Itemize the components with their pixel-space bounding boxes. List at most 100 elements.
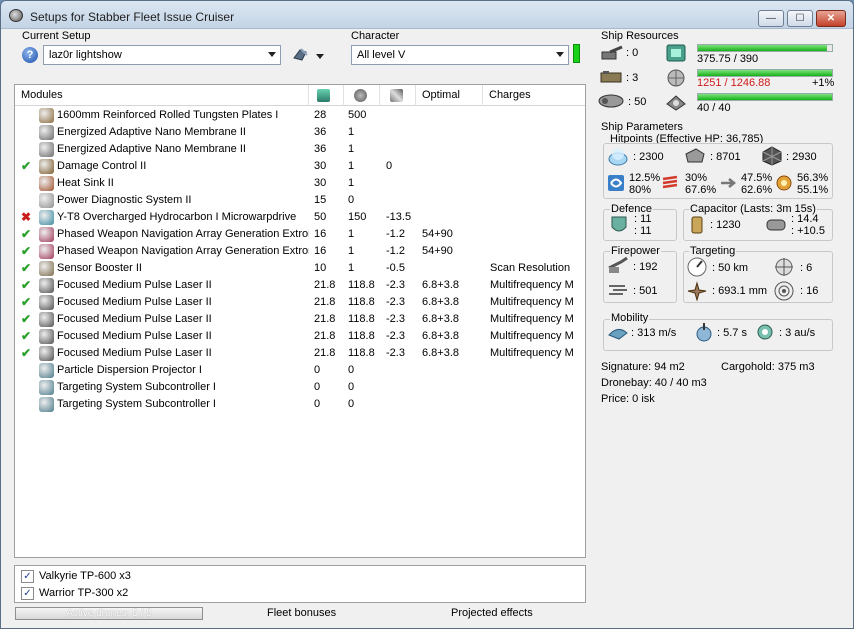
- pulse-laser-icon: [39, 312, 54, 327]
- module-offline-icon[interactable]: ✖: [21, 210, 35, 224]
- max-velocity: : 313 m/s: [631, 327, 677, 339]
- capacitor-icon: [691, 216, 703, 234]
- modules-list[interactable]: Modules Optimal Charges 1600mm Reinforce…: [14, 84, 586, 558]
- module-state[interactable]: [21, 142, 35, 156]
- column-cpu[interactable]: [309, 85, 344, 106]
- module-optimal: 54+90: [422, 245, 453, 257]
- module-row[interactable]: ✔ Focused Medium Pulse Laser II 21.8 118.8-…: [15, 294, 585, 311]
- cpu-icon: [666, 44, 686, 62]
- module-row[interactable]: ✔ Damage Control II 30 1 0: [15, 158, 585, 175]
- explosive-resist-bottom: 55.1%: [797, 184, 829, 196]
- module-state[interactable]: [21, 193, 35, 207]
- module-row[interactable]: ✖ Y-T8 Overcharged Hydrocarbon I Microwar…: [15, 209, 585, 226]
- module-row[interactable]: Energized Adaptive Nano Membrane II 36 1: [15, 141, 585, 158]
- module-row[interactable]: ✔ Focused Medium Pulse Laser II 21.8 118.8-…: [15, 311, 585, 328]
- projected-effects-tab[interactable]: Projected effects: [451, 607, 533, 619]
- minimize-button[interactable]: —: [758, 10, 784, 27]
- target-painter-icon: [39, 227, 54, 242]
- module-name: Focused Medium Pulse Laser II: [57, 279, 212, 291]
- fleet-bonuses-tab[interactable]: Fleet bonuses: [267, 607, 336, 619]
- module-active-icon[interactable]: ✔: [21, 329, 35, 343]
- module-row[interactable]: ✔ Focused Medium Pulse Laser II 21.8 118.8-…: [15, 328, 585, 345]
- powergrid-usage: 1251 / 1246.88: [697, 77, 771, 89]
- module-active-icon[interactable]: ✔: [21, 312, 35, 326]
- module-active-icon[interactable]: ✔: [21, 261, 35, 275]
- module-active-icon[interactable]: ✔: [21, 278, 35, 292]
- module-row[interactable]: ✔ Sensor Booster II 10 1 -0.5 Scan Resolution: [15, 260, 585, 277]
- scan-resolution-icon: [687, 281, 707, 301]
- targeting-range: : 50 km: [712, 262, 749, 274]
- module-cap: -0.5: [386, 262, 405, 274]
- module-row[interactable]: Particle Dispersion Projector I 0 0: [15, 362, 585, 379]
- module-row[interactable]: ✔ Phased Weapon Navigation Array Generati…: [15, 243, 585, 260]
- module-state[interactable]: [21, 125, 35, 139]
- module-pg: 0: [348, 398, 355, 410]
- capacitor-recharge: : +10.5: [791, 225, 825, 237]
- cpu-icon: [317, 89, 330, 102]
- module-optimal: 6.8+3.8: [422, 296, 460, 308]
- cpu-bar-fill: [698, 45, 828, 51]
- module-active-icon[interactable]: ✔: [21, 295, 35, 309]
- close-button[interactable]: ✕: [816, 10, 846, 27]
- character-select[interactable]: All level V: [351, 45, 569, 65]
- explosive-resist-icon: [776, 175, 792, 191]
- pulse-laser-icon: [39, 278, 54, 293]
- drones-list[interactable]: ✓ Valkyrie TP-600 x3 ✓ Warrior TP-300 x2: [14, 565, 586, 603]
- em-resist-bottom: 80%: [629, 184, 652, 196]
- module-cpu: 16: [314, 228, 327, 240]
- module-cap: -13.5: [386, 211, 412, 223]
- module-cpu: 21.8: [314, 330, 336, 342]
- help-icon[interactable]: ?: [22, 47, 38, 63]
- capacitor-recharge-icon: [766, 219, 786, 231]
- drone-checkbox[interactable]: ✓: [21, 587, 34, 600]
- setup-window: Setups for Stabber Fleet Issue Cruiser —…: [0, 0, 854, 629]
- module-cpu: 0: [314, 381, 321, 393]
- module-active-icon[interactable]: ✔: [21, 159, 35, 173]
- powergrid-icon: [354, 89, 367, 102]
- column-modules[interactable]: Modules: [15, 85, 309, 106]
- module-row[interactable]: Power Diagnostic System II 15 0: [15, 192, 585, 209]
- align-time: : 5.7 s: [717, 327, 747, 339]
- ship-tools-icon[interactable]: [292, 46, 324, 64]
- module-row[interactable]: ✔ Phased Weapon Navigation Array Generati…: [15, 226, 585, 243]
- maximize-button[interactable]: ☐: [787, 10, 813, 27]
- rig-icon: [39, 397, 54, 412]
- module-row[interactable]: Targeting System Subcontroller I 0 0: [15, 379, 585, 396]
- setup-select[interactable]: laz0r lightshow: [43, 45, 281, 65]
- module-state[interactable]: [21, 176, 35, 190]
- module-state[interactable]: [21, 363, 35, 377]
- module-name: Damage Control II: [57, 160, 147, 172]
- module-row[interactable]: ✔ Focused Medium Pulse Laser II 21.8 118.8-…: [15, 345, 585, 362]
- window-title: Setups for Stabber Fleet Issue Cruiser: [30, 10, 235, 24]
- module-cpu: 10: [314, 262, 327, 274]
- column-optimal[interactable]: Optimal: [416, 85, 483, 106]
- module-row[interactable]: Energized Adaptive Nano Membrane II 36 1: [15, 124, 585, 141]
- module-row[interactable]: 1600mm Reinforced Rolled Tungsten Plates…: [15, 107, 585, 124]
- module-optimal: 6.8+3.8: [422, 279, 460, 291]
- module-row[interactable]: Targeting System Subcontroller I 0 0: [15, 396, 585, 413]
- dps-value: : 501: [633, 285, 658, 297]
- module-state[interactable]: [21, 397, 35, 411]
- module-row[interactable]: ✔ Focused Medium Pulse Laser II 21.8 118.8-…: [15, 277, 585, 294]
- module-state[interactable]: [21, 108, 35, 122]
- module-state[interactable]: [21, 380, 35, 394]
- column-capacitor[interactable]: [380, 85, 416, 106]
- module-active-icon[interactable]: ✔: [21, 346, 35, 360]
- drone-row-valkyrie[interactable]: ✓ Valkyrie TP-600 x3: [21, 569, 221, 584]
- module-active-icon[interactable]: ✔: [21, 227, 35, 241]
- drone-checkbox[interactable]: ✓: [21, 570, 34, 583]
- column-powergrid[interactable]: [344, 85, 380, 106]
- column-charges[interactable]: Charges: [483, 85, 585, 106]
- module-charges: Multifrequency M: [490, 330, 574, 342]
- explosive-resist-top: 56.3%: [797, 172, 829, 184]
- module-cpu: 0: [314, 364, 321, 376]
- max-velocity-icon: [608, 329, 628, 340]
- drone-row-warrior[interactable]: ✓ Warrior TP-300 x2: [21, 586, 221, 601]
- module-row[interactable]: Heat Sink II 30 1: [15, 175, 585, 192]
- max-targets-icon: [775, 258, 793, 276]
- title-bar[interactable]: Setups for Stabber Fleet Issue Cruiser —…: [1, 1, 853, 29]
- module-active-icon[interactable]: ✔: [21, 244, 35, 258]
- ship-info-panel: Ship Resources : 0 : 3 : 50 375.75 / 390…: [593, 29, 849, 615]
- thermal-resist-top: 30%: [685, 172, 708, 184]
- character-label: Character: [351, 30, 400, 42]
